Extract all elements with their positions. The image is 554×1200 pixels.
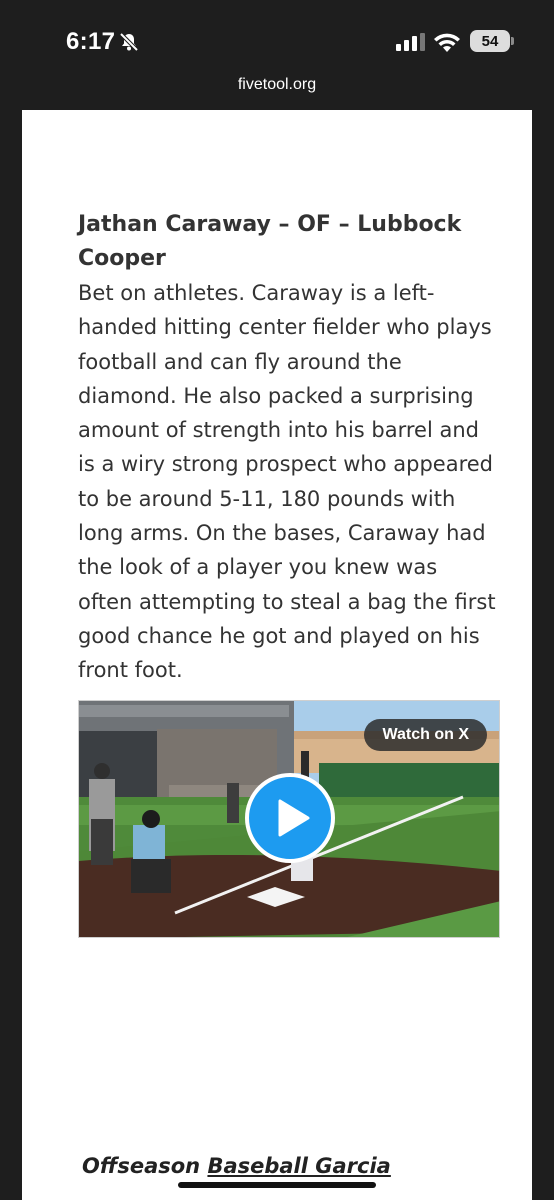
article-title: Jathan Caraway – OF – Lubbock Cooper xyxy=(78,212,462,271)
related-link-part1[interactable]: Offseason xyxy=(82,1154,200,1178)
wifi-icon xyxy=(434,33,460,52)
status-bar: 6:17 54 fivetool.org xyxy=(0,0,554,93)
address-bar-url[interactable]: fivetool.org xyxy=(0,76,554,94)
related-article-link[interactable]: Offseason Baseball Garcia xyxy=(82,1154,391,1178)
signal-icon xyxy=(396,33,425,51)
watch-on-x-button[interactable]: Watch on X xyxy=(364,719,487,751)
play-icon xyxy=(278,799,310,837)
home-indicator[interactable] xyxy=(178,1182,376,1188)
bell-slash-icon xyxy=(119,32,139,52)
embedded-video[interactable]: Watch on X xyxy=(78,700,500,938)
battery-tip xyxy=(511,37,514,45)
battery-icon: 54 xyxy=(470,30,510,52)
article-body: Bet on athletes. Caraway is a left-hande… xyxy=(78,281,496,683)
web-page: Jathan Caraway – OF – Lubbock Cooper Bet… xyxy=(22,110,532,1200)
related-link-part2[interactable]: Baseball Garcia xyxy=(207,1154,390,1178)
status-time: 6:17 xyxy=(66,28,116,55)
play-button[interactable] xyxy=(245,773,335,863)
